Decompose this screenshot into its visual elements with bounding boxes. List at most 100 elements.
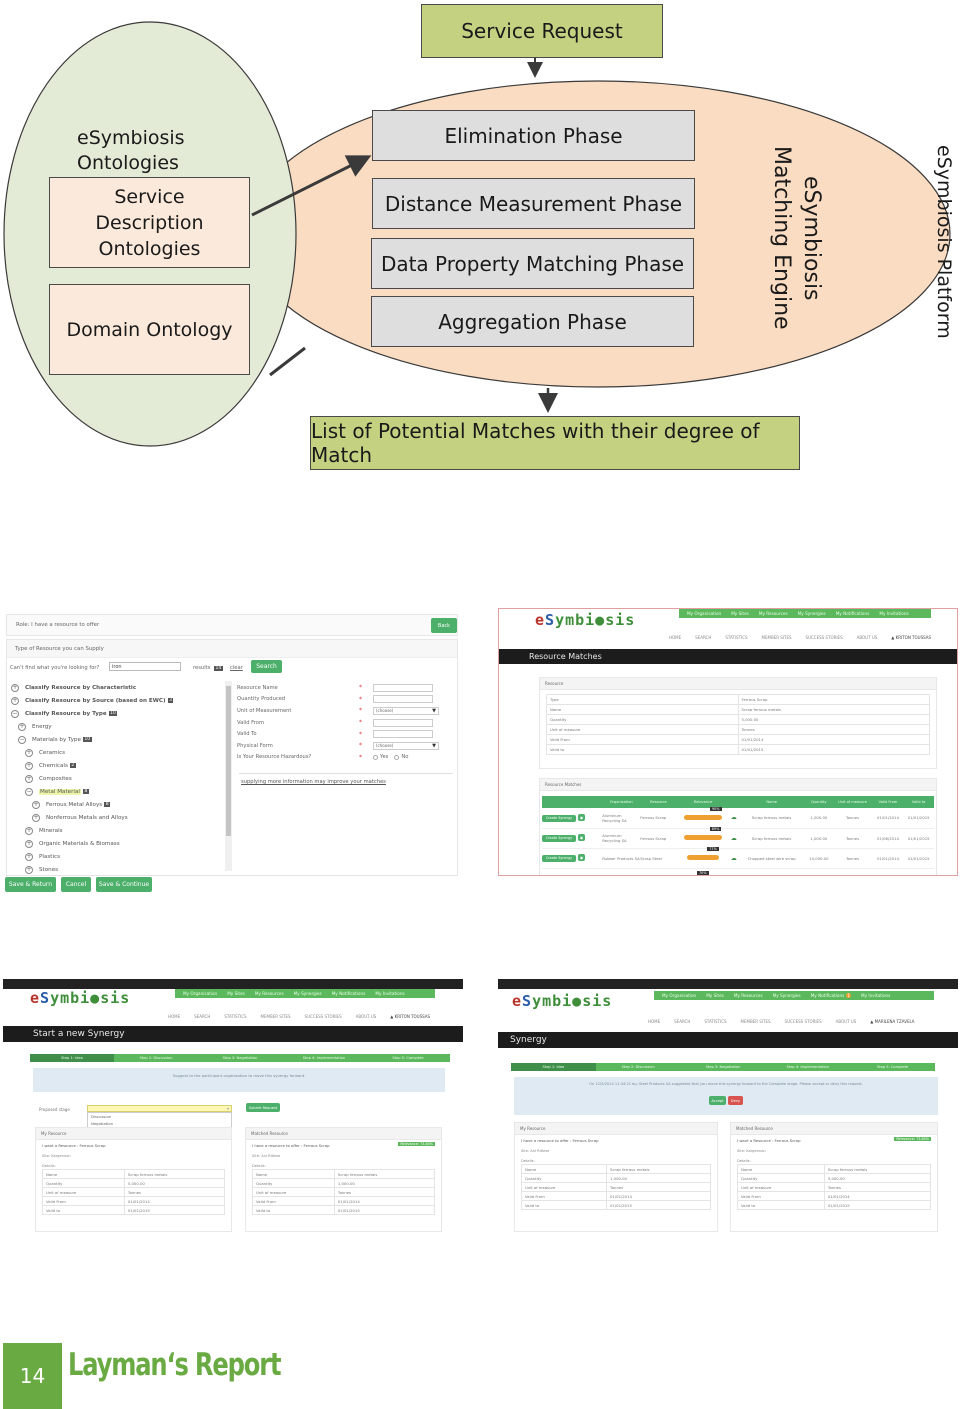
- tree-node[interactable]: + Organic Materials & Biomass: [11, 837, 229, 850]
- user-menu[interactable]: ▲ MARILENA TZAVELA: [870, 1019, 914, 1024]
- step-tab[interactable]: Step 4: Implementation: [765, 1063, 850, 1071]
- tree-node[interactable]: − Classify Resource by Type 10: [11, 707, 229, 720]
- tree-scrollbar[interactable]: [225, 681, 232, 871]
- top-nav-item[interactable]: My Resources: [255, 991, 284, 996]
- collapse-icon[interactable]: −: [25, 787, 33, 796]
- expand-icon[interactable]: +: [11, 683, 19, 692]
- tree-node[interactable]: + Classify Resource by Characteristic: [11, 681, 229, 694]
- form-text-input[interactable]: [373, 730, 433, 739]
- cloud-icon[interactable]: ☁: [729, 808, 738, 829]
- main-nav-item[interactable]: SEARCH: [194, 1014, 210, 1019]
- create-synergy-button[interactable]: Create Synergy: [542, 814, 576, 822]
- tree-node[interactable]: + Ferrous Metal Alloys 8: [11, 798, 229, 811]
- top-nav-item[interactable]: My Organisation: [662, 993, 696, 998]
- top-nav-item[interactable]: My Synergies: [798, 611, 826, 616]
- stage-option[interactable]: Negotiation: [88, 1120, 231, 1127]
- expand-icon[interactable]: +: [18, 722, 26, 731]
- step-tab[interactable]: Step 1: Idea: [30, 1054, 114, 1062]
- tree-node[interactable]: − Metal Material 8: [11, 785, 229, 798]
- top-nav-item[interactable]: My Organisation: [183, 991, 217, 996]
- tree-node[interactable]: + Minerals: [11, 824, 229, 837]
- main-nav-item[interactable]: ABOUT US: [857, 635, 878, 640]
- step-tab[interactable]: Step 2: Discussion: [596, 1063, 681, 1071]
- tree-node[interactable]: + Plastics: [11, 850, 229, 863]
- main-nav-item[interactable]: SUCCESS STORIES: [806, 635, 843, 640]
- more-info-link[interactable]: supplying more information may improve y…: [241, 779, 386, 785]
- column-header[interactable]: Name: [737, 796, 806, 808]
- accept-button[interactable]: Accept: [709, 1096, 726, 1105]
- step-tab[interactable]: Step 3: Negotiation: [681, 1063, 766, 1071]
- top-nav-item[interactable]: My Resources: [734, 993, 763, 998]
- tree-node[interactable]: + Stones: [11, 863, 229, 875]
- expand-icon[interactable]: +: [32, 800, 40, 809]
- top-nav-item[interactable]: My Sites: [706, 993, 724, 998]
- expand-icon[interactable]: +: [11, 696, 19, 705]
- step-tab[interactable]: Step 4: Implementation: [282, 1054, 366, 1062]
- tree-node[interactable]: + Classify Resource by Source (based on E…: [11, 694, 229, 707]
- save-return-button[interactable]: Save & Return: [5, 877, 56, 892]
- main-nav-item[interactable]: MEMBER SITES: [741, 1019, 771, 1024]
- cloud-icon[interactable]: ☁: [729, 828, 738, 849]
- expand-icon[interactable]: +: [25, 865, 33, 874]
- main-nav-item[interactable]: STATISTICS: [704, 1019, 726, 1024]
- expand-icon[interactable]: +: [25, 748, 33, 757]
- collapse-icon[interactable]: −: [11, 709, 19, 718]
- top-nav-item[interactable]: My Invitations: [861, 993, 890, 998]
- search-button[interactable]: Search: [251, 660, 282, 673]
- main-nav-item[interactable]: STATISTICS: [224, 1014, 246, 1019]
- view-icon[interactable]: ◉: [578, 834, 585, 842]
- save-continue-button[interactable]: Save & Continue: [96, 877, 152, 892]
- top-nav-item[interactable]: My Notifications: [836, 611, 870, 616]
- tree-node[interactable]: + Nonferrous Metals and Alloys: [11, 811, 229, 824]
- column-header[interactable]: Relevance: [676, 796, 730, 808]
- search-input[interactable]: iron: [109, 662, 181, 671]
- step-tab[interactable]: Step 5: Complete: [850, 1063, 935, 1071]
- cloud-icon[interactable]: ☁: [729, 848, 738, 869]
- form-text-input[interactable]: [373, 695, 433, 704]
- top-nav-item[interactable]: My Synergies: [773, 993, 801, 998]
- create-synergy-button[interactable]: Create Synergy: [542, 834, 576, 842]
- main-nav-item[interactable]: SEARCH: [674, 1019, 690, 1024]
- main-nav-item[interactable]: MEMBER SITES: [261, 1014, 291, 1019]
- tree-node[interactable]: + Energy: [11, 720, 229, 733]
- top-nav-item[interactable]: My Notifications 1: [811, 993, 851, 998]
- form-text-input[interactable]: [373, 683, 433, 692]
- main-nav-item[interactable]: STATISTICS: [725, 635, 747, 640]
- stage-option[interactable]: Discussion: [88, 1113, 231, 1120]
- tree-node[interactable]: − Materials by Type 10: [11, 733, 229, 746]
- tree-node[interactable]: + Ceramics: [11, 746, 229, 759]
- radio-icon[interactable]: [394, 754, 400, 760]
- column-header[interactable]: Organization: [602, 796, 641, 808]
- main-nav-item[interactable]: MEMBER SITES: [762, 635, 792, 640]
- top-nav-item[interactable]: My Sites: [731, 611, 749, 616]
- main-nav-item[interactable]: ABOUT US: [356, 1014, 377, 1019]
- radio-icon[interactable]: [373, 754, 378, 760]
- top-nav-item[interactable]: My Organisation: [687, 611, 721, 616]
- main-nav-item[interactable]: HOME: [648, 1019, 660, 1024]
- step-tab[interactable]: Step 2: Discussion: [114, 1054, 198, 1062]
- clear-link[interactable]: clear: [230, 665, 243, 671]
- main-nav-item[interactable]: HOME: [669, 635, 681, 640]
- tree-node[interactable]: + Chemicals 2: [11, 759, 229, 772]
- expand-icon[interactable]: +: [32, 813, 40, 822]
- form-text-input[interactable]: [373, 718, 433, 727]
- top-nav-item[interactable]: My Notifications: [332, 991, 366, 996]
- expand-icon[interactable]: +: [25, 774, 33, 783]
- expand-icon[interactable]: +: [25, 761, 33, 770]
- column-header[interactable]: Valid to: [903, 796, 934, 808]
- form-select[interactable]: (choose) ▼: [373, 741, 439, 750]
- top-nav-item[interactable]: My Synergies: [294, 991, 322, 996]
- collapse-icon[interactable]: −: [18, 735, 26, 744]
- tree-node[interactable]: + Composites: [11, 772, 229, 785]
- main-nav-item[interactable]: SUCCESS STORIES: [785, 1019, 822, 1024]
- column-header[interactable]: Quantity: [805, 796, 833, 808]
- column-header[interactable]: [729, 796, 738, 808]
- main-nav-item[interactable]: SUCCESS STORIES: [305, 1014, 342, 1019]
- radio-option[interactable]: Yes: [373, 754, 388, 760]
- deny-button[interactable]: Deny: [728, 1096, 743, 1105]
- step-tab[interactable]: Step 1: Idea: [511, 1063, 596, 1071]
- tree-scrollbar-thumb[interactable]: [226, 686, 231, 836]
- column-header[interactable]: Resource: [640, 796, 677, 808]
- main-nav-item[interactable]: ABOUT US: [836, 1019, 857, 1024]
- cancel-button[interactable]: Cancel: [61, 877, 91, 892]
